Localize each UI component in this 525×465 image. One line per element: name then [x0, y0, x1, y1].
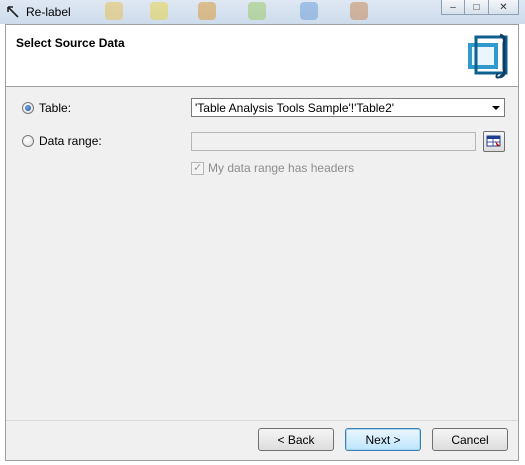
minimize-icon[interactable]: – — [441, 0, 465, 15]
cancel-button[interactable]: Cancel — [432, 428, 508, 451]
data-range-input[interactable] — [191, 132, 476, 151]
background-decoration-icon — [300, 2, 318, 20]
window-title: Re-label — [26, 5, 71, 19]
maximize-icon[interactable]: □ — [465, 0, 489, 15]
chevron-down-icon — [492, 106, 500, 110]
page-title: Select Source Data — [16, 36, 125, 50]
close-icon[interactable]: ✕ — [489, 0, 519, 15]
background-decoration-icon — [248, 2, 266, 20]
title-bar: Re-label – □ ✕ — [0, 0, 525, 24]
table-radio[interactable] — [22, 102, 34, 114]
range-picker-icon — [486, 135, 501, 147]
table-label: Table: — [39, 101, 72, 115]
wizard-dialog: Select Source Data Table: 'Table Analysi… — [5, 24, 519, 461]
next-button[interactable]: Next > — [345, 428, 421, 451]
headers-checkbox[interactable] — [191, 161, 204, 175]
cursor-arrow-icon — [7, 6, 19, 18]
headers-checkbox-label: My data range has headers — [208, 161, 355, 175]
background-decoration-icon — [150, 2, 168, 20]
background-decoration-icon — [198, 2, 216, 20]
table-range-illustration-icon — [468, 33, 508, 79]
range-picker-button[interactable] — [483, 131, 505, 152]
window-controls: – □ ✕ — [441, 0, 519, 15]
data-range-radio[interactable] — [22, 135, 34, 147]
footer-divider — [6, 420, 518, 421]
table-select-value: 'Table Analysis Tools Sample'!'Table2' — [195, 101, 395, 115]
wizard-header: Select Source Data — [6, 25, 518, 87]
background-decoration-icon — [350, 2, 368, 20]
back-button[interactable]: < Back — [258, 428, 334, 451]
table-select[interactable]: 'Table Analysis Tools Sample'!'Table2' — [191, 98, 505, 117]
data-range-label: Data range: — [39, 134, 102, 148]
background-decoration-icon — [105, 2, 123, 20]
